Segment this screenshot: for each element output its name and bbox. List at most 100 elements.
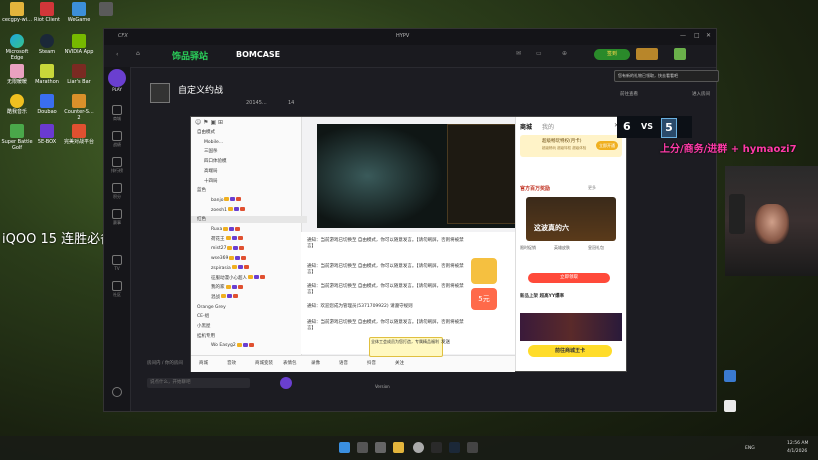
vip-open-button[interactable]: 立即开通 [596,141,618,150]
clock-time[interactable]: 12:56 AM [787,441,808,446]
sidebar-item-tv[interactable]: TV [104,255,130,271]
toolbar-item[interactable]: 商城变装 [255,360,273,366]
tree-item[interactable]: zoesh1 [191,207,321,214]
desktop-icon-kuwo[interactable]: 酷我音乐 [0,94,34,115]
mail-icon[interactable]: ✉ [516,50,521,57]
tree-item[interactable]: 三国杀 [191,148,314,155]
tree-item[interactable]: Mobile... [191,139,314,146]
sidebar-item-points[interactable]: 积分 [104,183,130,200]
user-badge-icon [225,284,231,289]
tree-item-label: 蓝色 [197,188,206,194]
promo-card[interactable]: 这波真的六 [526,197,616,241]
desktop-icon-infinity[interactable]: 无限暖暖 [0,64,34,85]
desktop-icon-partial[interactable] [97,2,115,17]
tag-item[interactable]: 英雄皮肤 [554,245,570,251]
tree-item[interactable]: 挂机专用 [191,333,307,340]
goto-shop-button[interactable]: 前往商城王卡 [528,345,612,357]
sidebar-item-community[interactable]: 社区 [104,281,130,298]
sidebar-item-play[interactable]: PLAY [104,69,130,92]
tree-item[interactable]: CE-组 [191,313,307,320]
desktop-icon-steam[interactable]: Steam [30,34,64,55]
chat-input[interactable]: 说点什么，开始聊吧 [147,378,250,388]
desktop-icon-cs2[interactable]: Counter-S... 2 [62,94,96,121]
explorer-icon[interactable] [393,442,404,453]
tree-item[interactable]: 高端局 [191,168,314,175]
gamepad-icon[interactable]: ⊕ [562,50,567,57]
desktop-icon-wegame[interactable]: WeGame [62,2,96,23]
chrome-icon[interactable] [413,442,424,453]
taskview-icon[interactable] [375,442,386,453]
sidebar-item-record[interactable]: 战绩 [104,131,130,148]
back-icon[interactable]: ‹ [116,51,118,58]
brand-shipin[interactable]: 饰品驿站 [172,49,208,62]
tree-item[interactable]: Orange Grey [191,304,307,311]
clock-date[interactable]: 4/1/2026 [787,449,807,454]
chat-message: 通知：当前游戏已切换至 自由模式，你可以随意发言。【请勿刷屏，否则将被禁言】 [307,264,464,275]
brand-bomcase[interactable]: BOMCASE [236,50,280,59]
notice-link[interactable]: 前往查看 [620,91,638,97]
close-icon[interactable]: ✕ [706,32,711,39]
desktop-icon-doubao[interactable]: Doubao [30,94,64,115]
vip-card[interactable]: 超级畅玩特权(月卡) 超级畅玩 超级特权 超级体验 立即开通 [520,135,622,157]
tag-item[interactable]: 皇冠礼包 [588,245,604,251]
tree-item[interactable]: 小黑屋 [191,323,307,330]
toolbar-item[interactable]: 表情包 [283,360,297,366]
user-badge-icon [248,275,253,279]
desktop-icon-edge[interactable]: Microsoft Edge [0,34,34,61]
send-button[interactable]: 发送 [441,339,453,349]
steam-icon[interactable] [449,442,460,453]
sidebar-item-events[interactable]: 赛事 [104,209,130,226]
desktop-icon-nvidia[interactable]: NVIDIA App [62,34,96,55]
app-icon[interactable] [467,442,478,453]
desktop-icon-5ebox[interactable]: 5E-BOX [30,124,64,145]
tab-shop[interactable]: 商城 [520,122,532,131]
skin-showcase[interactable] [520,313,622,341]
desktop-icon-marathon[interactable]: Marathon [30,64,64,85]
game-video[interactable] [317,124,517,228]
toolbar-item[interactable]: 语音 [339,360,348,366]
toolbar-item[interactable]: 抖音 [367,360,376,366]
home-icon[interactable]: ⌂ [136,50,140,57]
enter-room-button[interactable]: 进入房间 [692,91,710,97]
sidebar-item-shop[interactable]: 商城 [104,105,130,122]
app-icon[interactable] [724,370,736,382]
toolbar-item[interactable]: 商城 [199,360,208,366]
app-icon[interactable] [724,400,736,412]
tree-item[interactable]: 自由模式 [191,129,307,136]
tree-item[interactable]: 十四局 [191,178,314,185]
sidebar-item-settings[interactable] [104,387,130,398]
toolbar-item[interactable]: 录像 [311,360,320,366]
sidebar-item-rank[interactable]: 排行榜 [104,157,130,174]
tag-item[interactable]: 限时促销 [520,245,536,251]
tree-item[interactable]: 蓝色 [191,187,307,194]
desktop-icon-golf[interactable]: Super Battle Golf [0,124,34,151]
tree-item[interactable]: 四口体验模 [191,158,314,165]
toolbar-item[interactable]: 关注 [395,360,404,366]
desktop-icon-perfect[interactable]: 完美对战平台 [62,124,96,145]
promo-badge[interactable]: 5元 [471,288,497,310]
voice-icon[interactable] [280,377,292,389]
game-scene [317,124,443,228]
gift-icon[interactable] [471,258,497,284]
minimize-icon[interactable]: — [680,32,686,39]
toolbar-item[interactable]: 音效 [227,360,236,366]
desktop-icon-liarsbar[interactable]: Liar's Bar [62,64,96,85]
obs-icon[interactable] [431,442,442,453]
start-icon[interactable] [339,442,350,453]
tree-item-label: 高端局 [204,168,218,174]
chat-message: 通知：当前游戏已切换至 自由模式，你可以随意发言。【请勿刷屏，否则将被禁言】 [307,284,464,295]
desktop-icon-riot[interactable]: Riot Client [30,2,64,23]
tab-mine[interactable]: 我的 [542,122,554,131]
claim-button[interactable]: 立即领取 [528,273,610,283]
avatar[interactable] [674,48,686,60]
desktop-icon-folder[interactable]: cecgpy-wi... [0,2,34,23]
language-indicator[interactable]: ENG [745,446,755,451]
coin-icon[interactable] [636,48,658,60]
chat-icon[interactable]: ▭ [536,50,542,57]
tree-item[interactable]: 红色 [191,216,307,224]
more-link[interactable]: 更多 [588,185,596,191]
search-icon[interactable] [357,442,368,453]
vip-button[interactable]: 签到 [594,49,630,60]
tree-item[interactable]: banjo [191,197,321,204]
maximize-icon[interactable]: □ [694,32,700,39]
